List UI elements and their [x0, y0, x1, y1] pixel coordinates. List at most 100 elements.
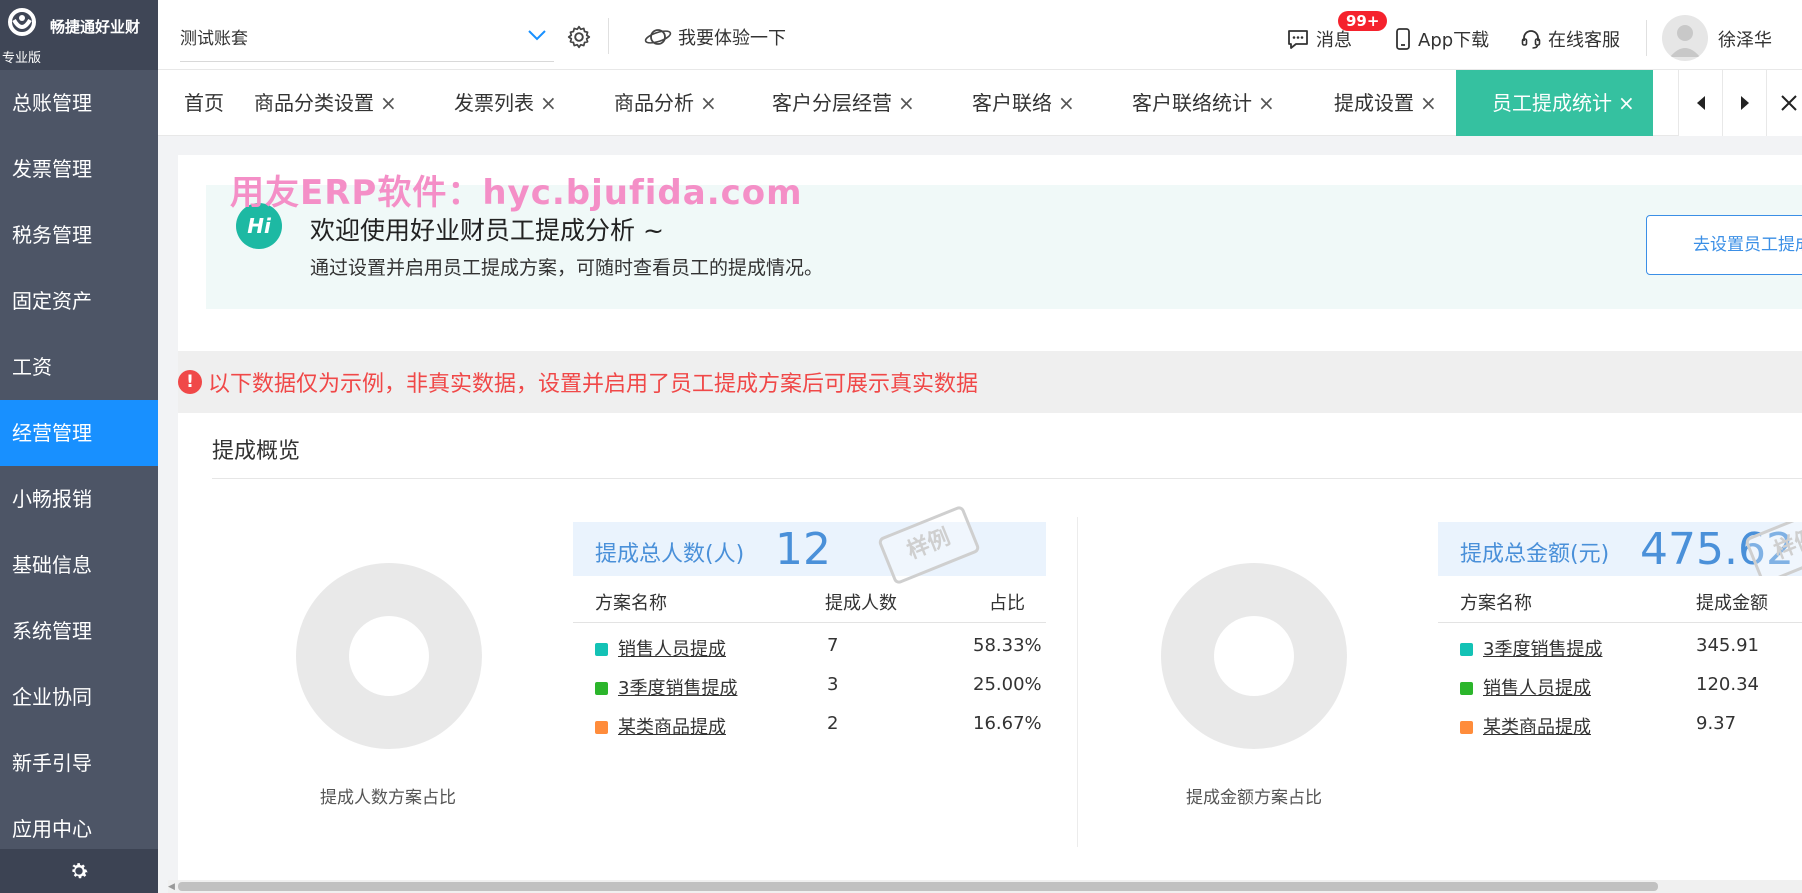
warning-icon: !: [178, 370, 202, 394]
sidebar-nav: 总账管理 发票管理 税务管理 固定资产 工资 经营管理 小畅报销 基础信息 系统…: [0, 70, 158, 862]
plan-link[interactable]: 3季度销售提成: [618, 678, 737, 699]
tab-label: 发票列表: [454, 91, 534, 115]
plan-link[interactable]: 3季度销售提成: [1483, 639, 1602, 660]
headcount-chart-caption: 提成人数方案占比: [320, 788, 456, 808]
account-select[interactable]: 测试账套: [180, 20, 554, 62]
brand-name: 畅捷通好业财: [50, 18, 141, 36]
brand-edition: 专业版: [2, 51, 42, 66]
sidebar-item-tax[interactable]: 税务管理: [0, 202, 158, 268]
app-download-link[interactable]: App下载: [1394, 26, 1489, 52]
legend-swatch: [1460, 682, 1473, 695]
column-header: 提成人数: [825, 593, 897, 614]
close-icon: [1780, 95, 1797, 111]
close-icon[interactable]: ×: [380, 91, 397, 115]
tab-scroll-left-button[interactable]: [1678, 70, 1722, 136]
tab-customer-contact[interactable]: 客户联络 ×: [972, 70, 1075, 136]
sidebar-item-reimbursement[interactable]: 小畅报销: [0, 466, 158, 532]
sample-data-notice: ! 以下数据仅为示例，非真实数据，设置并启用了员工提成方案后可展示真实数据: [178, 351, 1802, 413]
count-cell: 3: [827, 674, 839, 695]
divider: [212, 478, 1802, 479]
sidebar-item-payroll[interactable]: 工资: [0, 334, 158, 400]
go-set-commission-button[interactable]: 去设置员工提成方案: [1646, 215, 1802, 275]
tab-bar: 首页 商品分类设置 × 发票列表 × 商品分析 × 客户分层经营 × 客户联络 × 客户联…: [158, 70, 1802, 136]
trial-label: 我要体验一下: [678, 28, 786, 49]
tab-label: 客户联络统计: [1132, 91, 1252, 115]
tab-product-category[interactable]: 商品分类设置 ×: [254, 70, 397, 136]
tab-customer-tiering[interactable]: 客户分层经营 ×: [772, 70, 915, 136]
caret-right-icon: [1740, 96, 1749, 110]
brand-logo[interactable]: 畅捷通好业财 专业版: [0, 0, 158, 70]
amount-cell: 345.91: [1696, 635, 1759, 656]
sidebar-item-invoice[interactable]: 发票管理: [0, 136, 158, 202]
gear-icon: [72, 863, 88, 879]
close-icon[interactable]: ×: [1058, 91, 1075, 115]
sidebar-item-ledger[interactable]: 总账管理: [0, 70, 158, 136]
column-header: 方案名称: [1460, 593, 1532, 614]
plan-link[interactable]: 销售人员提成: [618, 639, 726, 660]
sidebar: 畅捷通好业财 专业版 总账管理 发票管理 税务管理 固定资产 工资 经营管理 小…: [0, 0, 158, 893]
table-row: 销售人员提成 120.34: [1438, 674, 1802, 712]
amount-table: 方案名称 提成金额 3季度销售提成 345.91 销售人员提成 120.34 某…: [1438, 579, 1802, 779]
column-header: 提成金额: [1696, 593, 1768, 614]
close-icon[interactable]: ×: [898, 91, 915, 115]
sidebar-item-business[interactable]: 经营管理: [0, 400, 158, 466]
trial-link[interactable]: 我要体验一下: [644, 24, 786, 50]
tab-label: 客户联络: [972, 91, 1052, 115]
tab-invoice-list[interactable]: 发票列表 ×: [454, 70, 557, 136]
tab-commission-settings[interactable]: 提成设置 ×: [1334, 70, 1437, 136]
table-row: 某类商品提成 9.37: [1438, 713, 1802, 751]
tab-home[interactable]: 首页: [184, 70, 224, 136]
avatar[interactable]: [1662, 15, 1708, 61]
planet-icon: [644, 29, 672, 45]
messages-button[interactable]: 消息: [1286, 26, 1352, 52]
plan-cell: 销售人员提成: [1460, 674, 1591, 700]
close-icon[interactable]: ×: [1618, 91, 1635, 115]
tab-label: 首页: [184, 91, 224, 115]
settings-gear-icon[interactable]: [566, 24, 592, 50]
tab-contact-stats[interactable]: 客户联络统计 ×: [1132, 70, 1275, 136]
headcount-summary-label: 提成总人数(人): [595, 542, 745, 567]
sidebar-settings-button[interactable]: [0, 849, 158, 893]
amount-cell: 9.37: [1696, 713, 1737, 734]
sidebar-item-guide[interactable]: 新手引导: [0, 730, 158, 796]
amount-chart-caption: 提成金额方案占比: [1186, 788, 1322, 808]
plan-link[interactable]: 销售人员提成: [1483, 678, 1591, 699]
table-header: 方案名称 提成人数 占比: [573, 579, 1046, 623]
app-root: 畅捷通好业财 专业版 总账管理 发票管理 税务管理 固定资产 工资 经营管理 小…: [0, 0, 1802, 893]
amount-summary: 提成总金额(元) 475.62 样例: [1438, 522, 1802, 576]
message-icon: [1288, 30, 1308, 49]
tab-product-analysis[interactable]: 商品分析 ×: [614, 70, 717, 136]
count-cell: 2: [827, 713, 839, 734]
sidebar-item-collaboration[interactable]: 企业协同: [0, 664, 158, 730]
plan-link[interactable]: 某类商品提成: [1483, 717, 1591, 738]
tab-scroll-right-button[interactable]: [1722, 70, 1766, 136]
online-service-label: 在线客服: [1548, 30, 1620, 51]
scroll-left-arrow-icon[interactable]: ◀: [168, 882, 175, 892]
close-icon[interactable]: ×: [700, 91, 717, 115]
plan-cell: 销售人员提成: [595, 635, 726, 661]
legend-swatch: [1460, 643, 1473, 656]
close-icon[interactable]: ×: [540, 91, 557, 115]
close-all-tabs-button[interactable]: [1766, 70, 1802, 136]
legend-swatch: [595, 721, 608, 734]
divider: [608, 18, 609, 54]
close-icon[interactable]: ×: [1420, 91, 1437, 115]
sidebar-item-basic-info[interactable]: 基础信息: [0, 532, 158, 598]
plan-link[interactable]: 某类商品提成: [618, 717, 726, 738]
account-select-value: 测试账套: [180, 29, 248, 49]
scrollbar-thumb[interactable]: [178, 882, 1658, 891]
horizontal-scrollbar[interactable]: ◀: [168, 880, 1802, 893]
online-service-link[interactable]: 在线客服: [1520, 26, 1620, 52]
main-content: Hi 欢迎使用好业财员工提成分析 ~ 通过设置并启用员工提成方案，可随时查看员工…: [178, 155, 1802, 893]
overview-title: 提成概览: [212, 439, 301, 464]
caret-left-icon: [1696, 96, 1705, 110]
tab-employee-commission-stats[interactable]: 员工提成统计 ×: [1456, 70, 1653, 136]
sidebar-item-system[interactable]: 系统管理: [0, 598, 158, 664]
sidebar-item-fixed-assets[interactable]: 固定资产: [0, 268, 158, 334]
chevron-down-icon: [528, 30, 546, 41]
close-icon[interactable]: ×: [1258, 91, 1275, 115]
watermark-text: 用友ERP软件：hyc.bjufida.com: [230, 173, 803, 213]
welcome-section: Hi 欢迎使用好业财员工提成分析 ~ 通过设置并启用员工提成方案，可随时查看员工…: [178, 155, 1802, 337]
user-name[interactable]: 徐泽华: [1718, 26, 1772, 52]
table-row: 3季度销售提成 3 25.00%: [573, 674, 1046, 712]
